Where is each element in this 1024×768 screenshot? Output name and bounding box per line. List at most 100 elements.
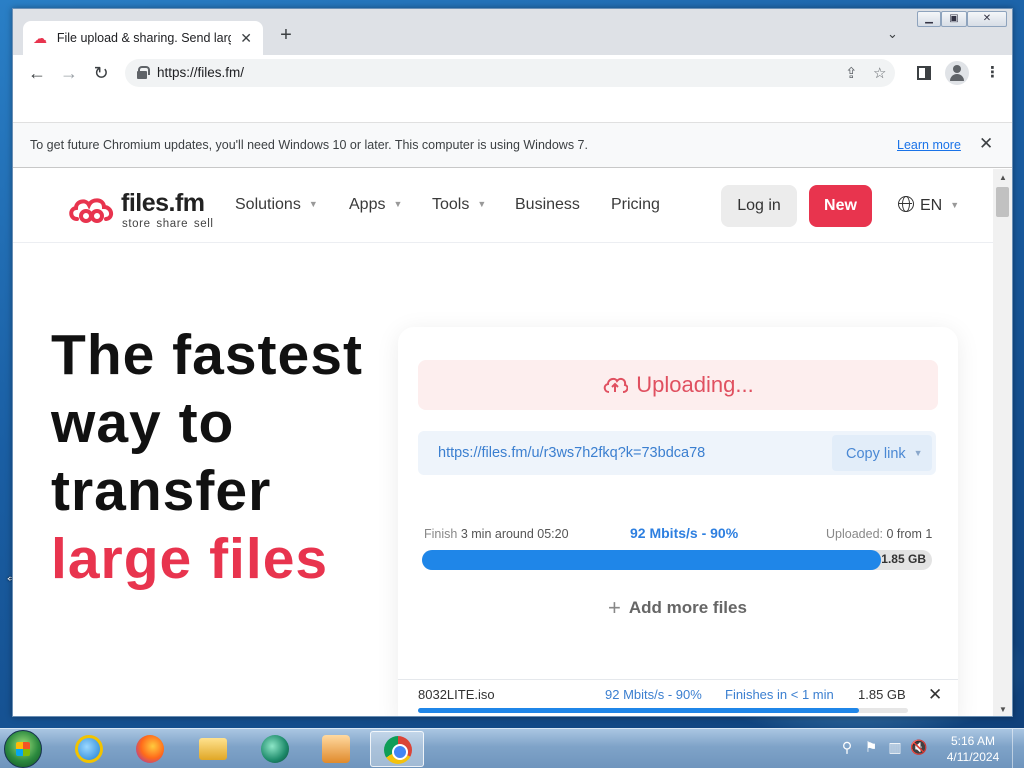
taskbar-clock[interactable]: 5:16 AM 4/11/2024 — [938, 733, 1008, 765]
volume-muted-icon[interactable]: 🔇 — [910, 739, 928, 756]
file-progress-bar — [418, 708, 908, 713]
window-minimize-button[interactable]: ▁ — [917, 11, 941, 27]
share-icon[interactable]: ⇪ — [845, 64, 858, 82]
nav-solutions[interactable]: Solutions ▼ — [235, 196, 318, 214]
globe-icon — [898, 196, 914, 212]
site-header: files.fm store share sell Solutions ▼ App… — [13, 169, 993, 243]
cloud-upload-icon — [604, 377, 629, 393]
window-maximize-button[interactable]: ▣ — [941, 11, 967, 27]
files-fm-logo[interactable]: files.fm store share sell — [67, 189, 217, 230]
taskbar-chromium[interactable] — [370, 731, 424, 767]
share-link[interactable]: https://files.fm/u/r3ws7h2fkq?k=73bdca78 — [438, 445, 705, 461]
hero-headline: The fastest way to transfer large files — [51, 321, 363, 593]
finish-value: 3 min around 05:20 — [460, 527, 569, 541]
update-infobar: To get future Chromium updates, you'll n… — [13, 122, 1012, 168]
file-name: 8032LITE.iso — [418, 687, 495, 702]
nav-apps-label: Apps — [349, 196, 386, 213]
language-selector[interactable]: EN ▼ — [898, 196, 959, 215]
finish-label: Finish — [424, 527, 458, 541]
media-player-icon — [322, 735, 350, 763]
start-button[interactable] — [4, 730, 42, 768]
add-more-label: Add more files — [628, 598, 747, 617]
bookmark-star-icon[interactable]: ☆ — [873, 64, 886, 82]
chromium-icon — [384, 736, 412, 764]
hero-line-1: The fastest — [51, 323, 363, 387]
nav-solutions-label: Solutions — [235, 196, 301, 213]
copy-link-button[interactable]: Copy link ▼ — [832, 435, 932, 471]
side-panel-icon[interactable] — [917, 66, 931, 80]
reload-icon[interactable]: ↻ — [89, 61, 113, 85]
show-desktop-button[interactable] — [1012, 729, 1024, 768]
uploaded-info: Uploaded: 0 from 1 — [826, 527, 932, 541]
remove-file-icon[interactable]: ✕ — [928, 685, 942, 705]
browser-menu-icon[interactable]: ⋮ — [985, 63, 1000, 81]
chevron-down-icon: ▼ — [477, 199, 487, 209]
upload-status-text: Uploading... — [636, 372, 754, 397]
forward-arrow-icon[interactable]: → — [57, 61, 81, 85]
web-page: files.fm store share sell Solutions ▼ App… — [13, 169, 993, 716]
new-button[interactable]: New — [809, 185, 872, 227]
network-icon[interactable]: ▥ — [886, 739, 904, 756]
hero-line-3: transfer — [51, 459, 272, 523]
nav-apps[interactable]: Apps ▼ — [349, 196, 402, 214]
speed-summary: 92 Mbits/s - 90% — [630, 525, 739, 541]
tab-search-chevron-icon[interactable]: ⌄ — [887, 26, 898, 42]
profile-avatar-icon[interactable] — [945, 61, 969, 85]
upload-progress-fill — [422, 550, 881, 570]
action-center-flag-icon[interactable]: ⚑ — [862, 739, 880, 756]
file-speed: 92 Mbits/s - 90% — [605, 687, 702, 702]
copy-link-label: Copy link — [846, 446, 906, 462]
chevron-down-icon: ▼ — [308, 199, 318, 209]
url-text[interactable]: https://files.fm/ — [157, 65, 244, 80]
upload-status: Uploading... — [418, 360, 938, 410]
login-button[interactable]: Log in — [721, 185, 797, 227]
folder-icon — [199, 738, 227, 760]
tab-title: File upload & sharing. Send large files — [56, 31, 231, 45]
nav-pricing[interactable]: Pricing — [611, 196, 660, 214]
app-globe-icon — [261, 735, 289, 763]
lock-icon[interactable] — [137, 66, 150, 79]
nav-tools-label: Tools — [432, 196, 470, 213]
new-tab-button[interactable]: + — [275, 25, 297, 47]
learn-more-link[interactable]: Learn more — [897, 138, 961, 152]
chevron-down-icon: ▼ — [913, 448, 923, 458]
tab-close-icon[interactable]: ✕ — [239, 30, 253, 47]
scroll-up-icon[interactable]: ▲ — [999, 173, 1007, 182]
upload-total-size: 1.85 GB — [881, 552, 926, 566]
scroll-down-icon[interactable]: ▼ — [999, 705, 1007, 714]
scrollbar-thumb[interactable] — [996, 187, 1009, 217]
taskbar-internet-explorer[interactable] — [62, 731, 116, 767]
address-bar[interactable]: https://files.fm/ ⇪ ☆ — [125, 59, 895, 87]
taskbar-explorer[interactable] — [186, 731, 240, 767]
nav-tools[interactable]: Tools ▼ — [432, 196, 486, 214]
chevron-down-icon: ▼ — [393, 199, 403, 209]
file-list-item: 8032LITE.iso 92 Mbits/s - 90% Finishes i… — [398, 679, 958, 716]
add-more-files-button[interactable]: + Add more files — [608, 595, 747, 621]
window-close-button[interactable]: ✕ — [967, 11, 1007, 27]
clock-time: 5:16 AM — [950, 734, 996, 748]
firefox-icon — [136, 735, 164, 763]
taskbar-firefox[interactable] — [123, 731, 177, 767]
browser-toolbar: ← → ↻ https://files.fm/ ⇪ ☆ ⋮ — [13, 55, 1012, 91]
cloud-logo-icon — [69, 198, 113, 223]
files-fm-favicon-icon: ☁ — [33, 30, 47, 46]
file-eta: Finishes in < 1 min — [725, 687, 834, 702]
clock-date: 4/11/2024 — [946, 750, 1000, 764]
uploaded-label: Uploaded: — [826, 527, 883, 541]
page-scrollbar[interactable]: ▲ ▼ — [993, 169, 1012, 716]
plus-icon: + — [608, 595, 621, 620]
nav-business[interactable]: Business — [515, 196, 580, 214]
nav-pricing-label: Pricing — [611, 196, 660, 213]
logo-name: files.fm — [121, 189, 205, 217]
search-tray-icon[interactable]: ⚲ — [838, 739, 856, 756]
file-size: 1.85 GB — [858, 687, 906, 702]
upload-progress-bar: 1.85 GB — [422, 550, 932, 570]
taskbar-app-globe[interactable] — [248, 731, 302, 767]
infobar-close-icon[interactable]: ✕ — [979, 134, 993, 154]
finish-info: Finish 3 min around 05:20 — [424, 527, 569, 541]
internet-explorer-icon — [75, 735, 103, 763]
taskbar-media-player[interactable] — [309, 731, 363, 767]
browser-window: ☁ File upload & sharing. Send large file… — [12, 8, 1013, 717]
back-arrow-icon[interactable]: ← — [25, 61, 49, 85]
tab-files-fm[interactable]: ☁ File upload & sharing. Send large file… — [23, 21, 263, 55]
